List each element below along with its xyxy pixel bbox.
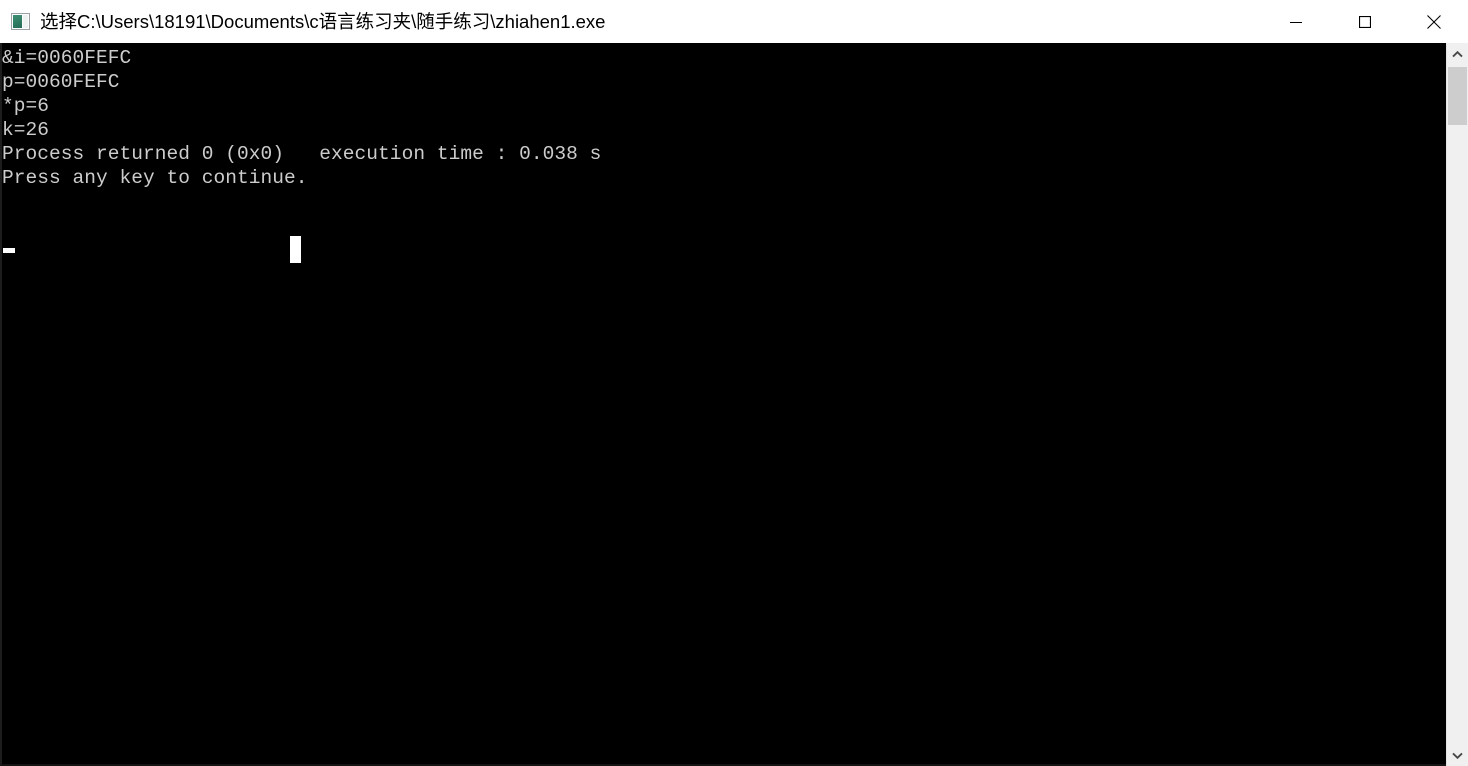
window-controls [1261,0,1468,43]
maximize-icon [1358,15,1371,28]
title-bar[interactable]: 选择C:\Users\18191\Documents\c语言练习夹\随手练习\z… [0,0,1468,43]
vertical-scrollbar[interactable] [1446,43,1468,766]
scrollbar-down-button[interactable] [1447,744,1468,766]
close-button[interactable] [1399,0,1468,43]
console-app-icon-screen-right [23,14,28,28]
console-window: 选择C:\Users\18191\Documents\c语言练习夹\随手练习\z… [0,0,1468,766]
minimize-icon [1289,21,1302,23]
close-icon [1426,14,1441,29]
chevron-down-icon [1452,752,1463,759]
minimize-button[interactable] [1261,0,1330,43]
window-title: 选择C:\Users\18191\Documents\c语言练习夹\随手练习\z… [40,11,606,32]
console-output-area[interactable]: &i=0060FEFC p=0060FEFC *p=6 k=26 Process… [0,43,1446,766]
title-bar-left: 选择C:\Users\18191\Documents\c语言练习夹\随手练习\z… [0,0,1261,43]
console-text: &i=0060FEFC p=0060FEFC *p=6 k=26 Process… [2,47,602,189]
console-app-icon-screen [13,14,22,28]
scrollbar-thumb[interactable] [1448,67,1467,125]
mouse-block-cursor [290,236,301,263]
console-app-icon [11,12,31,32]
text-cursor [3,248,15,253]
scrollbar-up-button[interactable] [1447,43,1468,65]
maximize-button[interactable] [1330,0,1399,43]
chevron-up-icon [1452,50,1463,57]
